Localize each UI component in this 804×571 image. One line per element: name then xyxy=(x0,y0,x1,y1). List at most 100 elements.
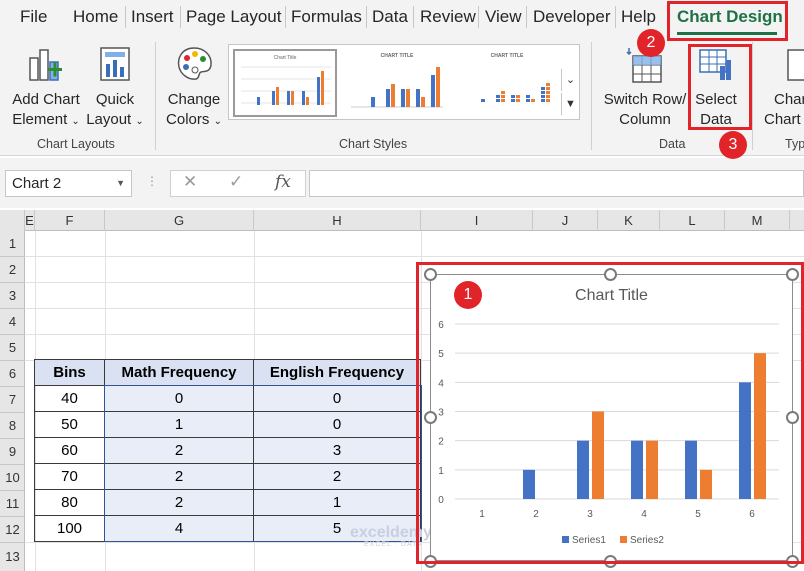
tab-view[interactable]: View xyxy=(485,7,522,27)
quick-layout-line2: Layout xyxy=(86,111,132,128)
name-box[interactable]: Chart 2 ▼ xyxy=(5,170,132,197)
cell-math[interactable]: 4 xyxy=(104,515,254,542)
chart-styles-gallery[interactable]: Chart Title CHART TITLE CHART TITLE xyxy=(228,44,580,120)
column-header-m[interactable]: M xyxy=(725,210,790,231)
column-header-f[interactable]: F xyxy=(35,210,105,231)
row-header-5[interactable]: 5 xyxy=(0,335,25,361)
tab-help[interactable]: Help xyxy=(621,7,656,27)
switch-row-column-button[interactable]: Switch Row/ Column xyxy=(600,44,690,130)
tab-separator xyxy=(413,6,414,28)
change-colors-line2: Colors xyxy=(166,111,210,128)
tab-insert[interactable]: Insert xyxy=(131,7,174,27)
tab-separator xyxy=(180,6,181,28)
thumb-bars-graphic xyxy=(481,83,550,102)
cell-english[interactable]: 2 xyxy=(253,463,421,490)
cell-bin[interactable]: 100 xyxy=(34,515,105,542)
tab-file[interactable]: File xyxy=(20,7,47,27)
row-header-11[interactable]: 11 xyxy=(0,491,25,517)
cell-english[interactable]: 1 xyxy=(253,489,421,516)
add-chart-element-icon xyxy=(29,49,62,81)
group-label-data: Data xyxy=(659,137,686,151)
add-chart-element-line1: Add Chart xyxy=(12,91,80,108)
cancel-icon[interactable]: ✕ xyxy=(183,172,197,192)
cell-english[interactable]: 0 xyxy=(253,411,421,438)
row-header-7[interactable]: 7 xyxy=(0,387,25,413)
column-header-k[interactable]: K xyxy=(598,210,660,231)
tab-review[interactable]: Review xyxy=(420,7,476,27)
column-header-h[interactable]: H xyxy=(254,210,421,231)
chart-style-thumb-2[interactable]: CHART TITLE xyxy=(345,49,449,117)
table-row: 50 1 0 xyxy=(34,411,421,438)
cell-english[interactable]: 0 xyxy=(253,385,421,412)
cell-math[interactable]: 2 xyxy=(104,437,254,464)
cell-english[interactable]: 3 xyxy=(253,437,421,464)
annotation-box-chart-design-tab xyxy=(667,1,788,41)
cell-math[interactable]: 0 xyxy=(104,385,254,412)
group-label-chart-styles: Chart Styles xyxy=(339,137,408,151)
row-header-9[interactable]: 9 xyxy=(0,439,25,465)
palette-icon xyxy=(177,47,212,80)
insert-function-icon[interactable]: fx xyxy=(275,172,291,192)
annotation-badge-1: 1 xyxy=(454,281,482,309)
switch-row-column-line2: Column xyxy=(619,111,671,128)
cell-bin[interactable]: 50 xyxy=(34,411,105,438)
formula-bar-grip-icon[interactable]: ⋮ xyxy=(146,174,158,188)
row-header-6[interactable]: 6 xyxy=(0,361,25,387)
cell-bin[interactable]: 80 xyxy=(34,489,105,516)
row-header-1[interactable]: 1 xyxy=(0,231,25,257)
column-header-g[interactable]: G xyxy=(105,210,254,231)
cell-bin[interactable]: 40 xyxy=(34,385,105,412)
chart-style-thumb-1[interactable]: Chart Title xyxy=(233,49,337,117)
group-separator xyxy=(752,42,753,150)
annotation-badge-3: 3 xyxy=(719,131,747,159)
tab-developer[interactable]: Developer xyxy=(533,7,611,27)
column-header-j[interactable]: J xyxy=(533,210,598,231)
column-header-l[interactable]: L xyxy=(660,210,725,231)
add-chart-element-line2: Element xyxy=(12,111,68,128)
change-chart-type-button[interactable]: Char Chart T xyxy=(762,44,804,130)
chevron-down-icon: ⌄ xyxy=(213,116,222,127)
change-colors-button[interactable]: Change Colors ⌄ xyxy=(163,44,225,132)
row-header-2[interactable]: 2 xyxy=(0,257,25,283)
row-header-3[interactable]: 3 xyxy=(0,283,25,309)
tab-data[interactable]: Data xyxy=(372,7,408,27)
table-row: 40 0 0 xyxy=(34,385,421,412)
name-box-dropdown-icon[interactable]: ▼ xyxy=(116,171,125,196)
cell-math[interactable]: 2 xyxy=(104,489,254,516)
row-header-13[interactable]: 13 xyxy=(0,543,25,571)
cell-math[interactable]: 1 xyxy=(104,411,254,438)
row-header-bar: 1 2 3 4 5 6 7 8 9 10 11 12 13 xyxy=(0,231,25,571)
row-header-4[interactable]: 4 xyxy=(0,309,25,335)
cell-bin[interactable]: 70 xyxy=(34,463,105,490)
thumb-bars-graphic xyxy=(241,66,331,105)
header-math-frequency[interactable]: Math Frequency xyxy=(104,359,254,386)
gallery-scroll-down-button[interactable]: ⌄ xyxy=(561,69,579,91)
add-chart-element-button[interactable]: Add Chart Element ⌄ xyxy=(10,44,82,132)
gallery-more-button[interactable]: ▼ xyxy=(561,93,579,115)
tab-page-layout[interactable]: Page Layout xyxy=(186,7,281,27)
name-box-value: Chart 2 xyxy=(12,175,62,192)
row-header-8[interactable]: 8 xyxy=(0,413,25,439)
select-all-corner[interactable] xyxy=(0,210,25,231)
quick-layout-button[interactable]: Quick Layout ⌄ xyxy=(86,44,144,132)
chart-style-thumb-3[interactable]: CHART TITLE xyxy=(455,49,559,117)
group-separator xyxy=(155,42,156,150)
group-label-chart-layouts: Chart Layouts xyxy=(37,137,115,151)
change-chart-type-line1: Char xyxy=(774,91,804,108)
cell-math[interactable]: 2 xyxy=(104,463,254,490)
formula-input[interactable] xyxy=(309,170,804,197)
thumb-bars-graphic xyxy=(351,67,443,108)
formula-bar: Chart 2 ▼ ⋮ ✕ ✓ fx xyxy=(0,158,804,208)
change-chart-type-line2: Chart T xyxy=(764,111,804,128)
cell-bin[interactable]: 60 xyxy=(34,437,105,464)
tab-home[interactable]: Home xyxy=(73,7,118,27)
row-header-10[interactable]: 10 xyxy=(0,465,25,491)
enter-icon[interactable]: ✓ xyxy=(229,172,243,192)
header-english-frequency[interactable]: English Frequency xyxy=(253,359,421,386)
tab-formulas[interactable]: Formulas xyxy=(291,7,362,27)
header-bins[interactable]: Bins xyxy=(34,359,105,386)
switch-row-column-line1: Switch Row/ xyxy=(603,91,687,108)
row-header-12[interactable]: 12 xyxy=(0,517,25,543)
column-header-e[interactable]: E xyxy=(25,210,35,231)
column-header-i[interactable]: I xyxy=(421,210,533,231)
